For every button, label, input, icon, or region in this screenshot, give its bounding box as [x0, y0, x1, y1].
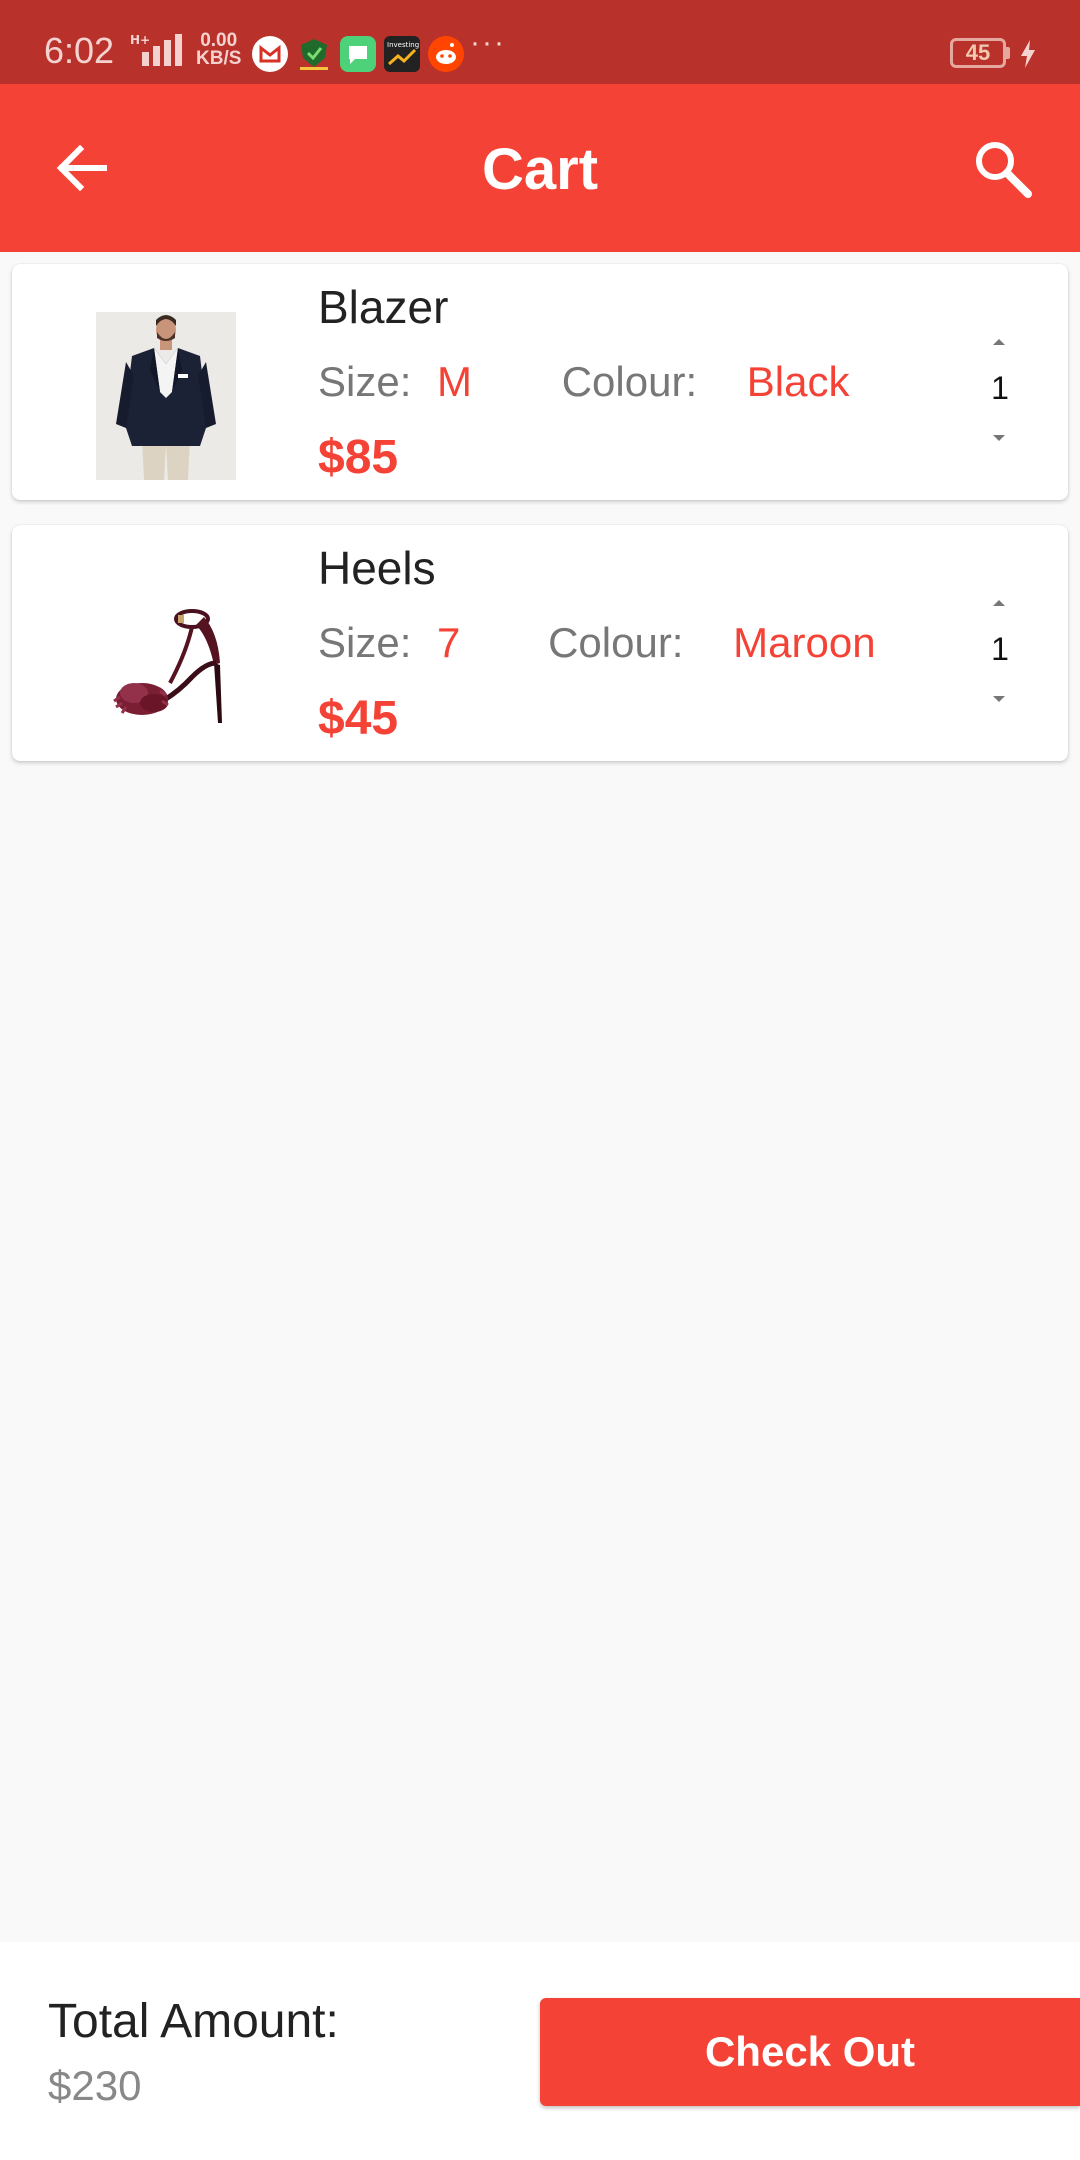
total-amount-label: Total Amount: — [48, 1995, 339, 2048]
network-speed: 0.00 KB/S — [196, 31, 242, 69]
gmail-icon — [252, 36, 288, 72]
quantity-value: 1 — [991, 370, 1009, 406]
reddit-icon — [428, 36, 464, 72]
search-icon[interactable] — [970, 136, 1036, 202]
size-value: M — [437, 358, 473, 405]
page-title: Cart — [481, 137, 599, 202]
item-specs: Size: 7 Colour: Maroon — [318, 619, 876, 667]
quantity-stepper: 1 — [960, 328, 1040, 448]
decrement-icon[interactable] — [988, 428, 1010, 450]
investing-icon: Investing — [384, 36, 420, 72]
colour-value: Black — [746, 358, 850, 405]
messages-icon — [340, 36, 376, 72]
quantity-value: 1 — [991, 631, 1009, 667]
checkout-button[interactable]: Check Out — [540, 1998, 1080, 2106]
increment-icon[interactable] — [988, 330, 1010, 352]
colour-label: Colour: — [561, 358, 698, 405]
size-label: Size: — [318, 619, 412, 666]
notification-icons: Investing — [252, 36, 464, 72]
cart-item[interactable]: Heels Size: 7 Colour: Maroon $45 1 — [12, 525, 1068, 761]
status-bar: 6:02 H+ 0.00 KB/S Investing ··· 45 — [0, 0, 1080, 84]
vpn-shield-icon — [296, 36, 332, 72]
size-value: 7 — [437, 619, 461, 666]
blazer-image — [96, 312, 236, 480]
svg-text:H+: H+ — [130, 33, 150, 47]
heels-image — [96, 573, 236, 741]
item-specs: Size: M Colour: Black — [318, 358, 850, 406]
svg-text:Investing: Investing — [387, 41, 419, 49]
quantity-stepper: 1 — [960, 589, 1040, 709]
item-price: $85 — [318, 431, 399, 484]
cart-item[interactable]: Blazer Size: M Colour: Black $85 1 — [12, 264, 1068, 500]
decrement-icon[interactable] — [988, 689, 1010, 711]
item-name: Blazer — [318, 281, 449, 333]
battery-icon: 45 — [950, 38, 1006, 68]
charging-icon — [1021, 40, 1035, 68]
battery-tip — [1006, 47, 1010, 59]
status-time: 6:02 — [44, 30, 115, 71]
more-notifications-icon: ··· — [470, 26, 506, 59]
item-name: Heels — [318, 542, 436, 594]
signal-icon: H+ — [130, 33, 182, 66]
colour-value: Maroon — [733, 619, 876, 666]
colour-label: Colour: — [548, 619, 684, 666]
total-amount-value: $230 — [48, 2062, 142, 2109]
checkout-bar: Total Amount: $230 Check Out — [0, 1942, 1080, 2160]
size-label: Size: — [318, 358, 412, 405]
increment-icon[interactable] — [988, 591, 1010, 613]
item-price: $45 — [318, 692, 399, 745]
app-bar: Cart — [0, 84, 1080, 252]
network-speed-unit: KB/S — [196, 48, 242, 69]
